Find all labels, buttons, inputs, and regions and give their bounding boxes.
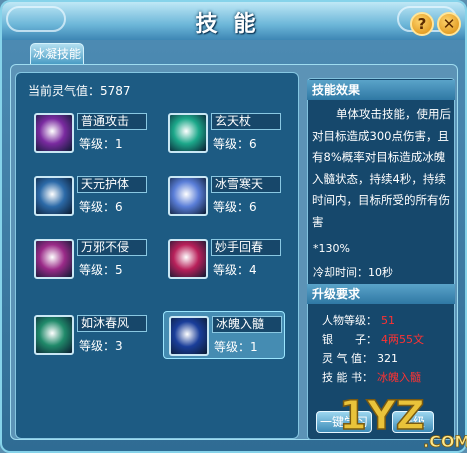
heal-icon[interactable] (168, 239, 208, 279)
skill-level: 等级：3 (79, 337, 123, 354)
aura-icon[interactable] (34, 239, 74, 279)
requirement-label: 银 子： (322, 333, 377, 346)
skill-level: 等级：6 (213, 198, 257, 215)
skill-name: 妙手回春 (211, 239, 281, 256)
skill-level-value: 1 (115, 137, 123, 151)
requirement-value: 冰魄入髓 (377, 371, 421, 384)
requirement-label: 人物等级： (322, 314, 377, 327)
requirement-value: 321 (377, 352, 398, 365)
sword-icon[interactable] (34, 113, 74, 153)
spirit-label: 当前灵气值： (28, 84, 101, 98)
requirement-row: 技 能 书： 冰魄入髓 (322, 369, 421, 385)
skill-level-label: 等级： (213, 263, 250, 277)
skill-level-value: 3 (115, 339, 123, 353)
site-watermark-logo: 1YZ .COM (338, 392, 467, 451)
close-button[interactable]: ✕ (437, 12, 461, 36)
ice-icon[interactable] (168, 176, 208, 216)
skill-card[interactable]: 冰魄入髓等级：1 (163, 311, 285, 359)
skill-name: 如沐春风 (77, 315, 147, 332)
skill-level-value: 1 (250, 340, 258, 354)
skill-name: 天元护体 (77, 176, 147, 193)
window-title: 技能 (195, 12, 272, 37)
skill-card[interactable]: 普通攻击等级：1 (29, 109, 151, 157)
skill-level-value: 6 (249, 200, 257, 214)
requirement-row: 灵 气 值： 321 (322, 350, 398, 366)
requirement-row: 人物等级： 51 (322, 312, 395, 328)
skill-level-label: 等级： (79, 137, 116, 151)
frost-orb-icon[interactable] (169, 316, 209, 356)
skill-level: 等级：5 (79, 261, 123, 278)
watermark-suffix: .COM (423, 432, 467, 451)
skill-level: 等级：1 (79, 135, 123, 152)
requirement-value: 4两55文 (381, 333, 424, 346)
skill-name: 冰雪寒天 (211, 176, 281, 193)
spirit-value: 5787 (100, 84, 131, 98)
skill-level-value: 4 (249, 263, 257, 277)
requirement-row: 银 子： 4两55文 (322, 331, 424, 347)
requirement-label: 灵 气 值： (322, 352, 373, 365)
staff-icon[interactable] (168, 113, 208, 153)
skill-card[interactable]: 玄天杖等级：6 (163, 109, 285, 157)
skill-level-value: 6 (249, 137, 257, 151)
skill-card[interactable]: 冰雪寒天等级：6 (163, 172, 285, 220)
skill-level-label: 等级： (79, 200, 116, 214)
spirit-value-readout: 当前灵气值：5787 (28, 82, 131, 99)
skill-card[interactable]: 如沐春风等级：3 (29, 311, 151, 359)
effect-heading: 技能效果 (307, 80, 455, 100)
skill-level: 等级：6 (213, 135, 257, 152)
requirement-value: 51 (381, 314, 395, 327)
title-bar[interactable]: 技能 (2, 2, 465, 40)
skill-card[interactable]: 天元护体等级：6 (29, 172, 151, 220)
skill-card[interactable]: 万邪不侵等级：5 (29, 235, 151, 283)
skill-level-value: 5 (115, 263, 123, 277)
skill-level-label: 等级： (213, 200, 250, 214)
effect-multiplier: *130% (313, 242, 350, 255)
skill-name: 普通攻击 (77, 113, 147, 130)
wind-icon[interactable] (34, 315, 74, 355)
skill-level: 等级：1 (214, 338, 258, 355)
skill-level-label: 等级： (79, 339, 116, 353)
skill-level-label: 等级： (79, 263, 116, 277)
skill-level-label: 等级： (214, 340, 251, 354)
skill-name: 冰魄入髓 (212, 316, 282, 333)
skill-level-value: 6 (115, 200, 123, 214)
cooldown-text: 冷却时间：10秒 (313, 266, 393, 279)
skill-level: 等级：6 (79, 198, 123, 215)
requirements-heading: 升级要求 (307, 284, 455, 304)
skill-card[interactable]: 妙手回春等级：4 (163, 235, 285, 283)
skill-level-label: 等级： (213, 137, 250, 151)
help-button[interactable]: ? (410, 12, 434, 36)
requirement-label: 技 能 书： (322, 371, 373, 384)
effect-description: 单体攻击技能，使用后对目标造成300点伤害，且有8%概率对目标造成冰魄入髓状态，… (312, 107, 451, 229)
skill-level: 等级：4 (213, 261, 257, 278)
tab-ice-skills[interactable]: 冰凝技能 (30, 43, 84, 65)
watermark-text: 1YZ (339, 393, 425, 439)
guardian-icon[interactable] (34, 176, 74, 216)
skill-name: 玄天杖 (211, 113, 281, 130)
skill-name: 万邪不侵 (77, 239, 147, 256)
